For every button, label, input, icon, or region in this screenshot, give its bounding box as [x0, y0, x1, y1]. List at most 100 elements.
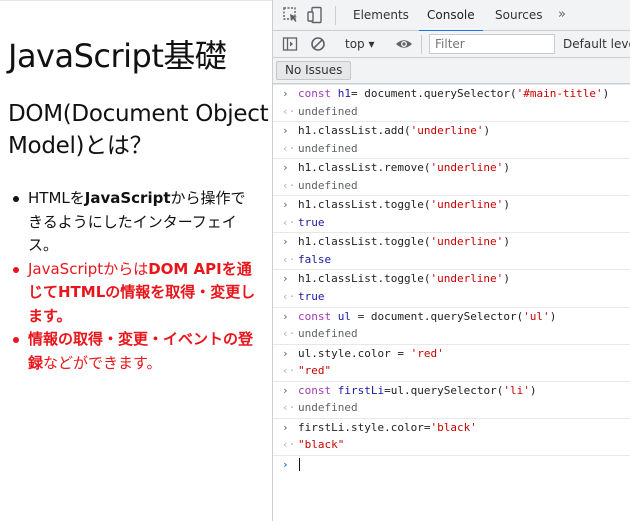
info-list: HTMLをJavaScriptから操作できるようにしたインターフェイス。 Java…: [13, 187, 260, 375]
result-arrow-icon: ‹·: [282, 327, 296, 341]
code-token: true: [298, 290, 325, 304]
result-arrow-icon: ‹·: [282, 364, 296, 378]
input-chevron-icon: ›: [282, 124, 289, 138]
result-arrow-icon: ‹·: [282, 141, 296, 155]
code-token: 'underline': [430, 161, 504, 175]
console-output-line: ‹· false: [273, 251, 630, 270]
tab-console[interactable]: Console: [419, 0, 483, 32]
log-levels-dropdown[interactable]: Default levels: [563, 31, 630, 57]
code-token: 'underline': [430, 272, 504, 286]
console-input-line: › const h1= document.querySelector('#main…: [273, 84, 630, 103]
device-toolbar-icon[interactable]: [306, 6, 324, 24]
input-chevron-icon: ›: [282, 420, 289, 434]
console-output-line: ‹· undefined: [273, 177, 630, 196]
text-cursor: [299, 458, 300, 472]
console-input-line: › const firstLi=ul.querySelector('li'): [273, 380, 630, 400]
page-title: JavaScript基礎: [8, 37, 227, 75]
code-token: ul.style.color =: [298, 346, 411, 360]
result-arrow-icon: ‹·: [282, 401, 296, 415]
more-tabs-button[interactable]: »: [558, 0, 566, 31]
code-token: h1.classList.toggle(: [298, 272, 431, 286]
toolbar-divider: [335, 6, 336, 25]
issues-button[interactable]: No Issues: [276, 61, 352, 80]
console-output-line: ‹· "red": [273, 362, 630, 381]
issues-bar: No Issues: [273, 58, 630, 84]
code-token: firstLi.style.color=: [298, 420, 431, 434]
console-output-line: ‹· undefined: [273, 399, 630, 418]
code-token: 'ul': [523, 309, 550, 323]
result-arrow-icon: ‹·: [282, 290, 296, 304]
code-token: =ul.querySelector(: [384, 383, 504, 397]
code-token: h1: [337, 87, 351, 100]
console-input-line: › const ul = document.querySelector('ul'): [273, 306, 630, 326]
page-subtitle: DOM(Document Object Model)とは？: [8, 101, 269, 159]
inspect-element-icon[interactable]: [282, 6, 300, 24]
bold-text: JavaScript: [84, 189, 171, 207]
input-chevron-icon: ›: [282, 87, 289, 100]
code-token: h1.classList.add(: [298, 124, 411, 138]
code-token: "black": [298, 438, 345, 452]
console-output-line: ‹· undefined: [273, 325, 630, 344]
prompt-chevron-icon: ›: [282, 457, 289, 471]
code-token: undefined: [298, 104, 358, 118]
console-output-line: ‹· true: [273, 288, 630, 307]
code-token: = document.querySelector(: [351, 87, 517, 100]
code-token: ): [503, 161, 510, 175]
devtools-tabbar: Elements Console Sources »: [273, 0, 630, 32]
tab-elements[interactable]: Elements: [353, 0, 409, 31]
code-token: ): [602, 87, 610, 100]
code-token: h1.classList.remove(: [298, 161, 431, 175]
console-output[interactable]: › const h1= document.querySelector('#main…: [273, 84, 630, 473]
code-token: firstLi: [337, 383, 385, 397]
eye-icon[interactable]: [395, 36, 413, 52]
code-token: 'li': [503, 383, 530, 397]
result-arrow-icon: ‹·: [282, 215, 296, 229]
code-token: ): [483, 124, 491, 138]
code-token: undefined: [298, 327, 358, 341]
filter-input[interactable]: Filter: [429, 34, 555, 54]
code-token: 'red': [410, 346, 444, 360]
tab-sources[interactable]: Sources: [495, 0, 542, 31]
result-arrow-icon: ‹·: [282, 438, 296, 452]
input-chevron-icon: ›: [282, 272, 289, 286]
code-token: false: [298, 252, 332, 266]
code-token: undefined: [298, 141, 358, 155]
input-chevron-icon: ›: [282, 346, 289, 360]
result-arrow-icon: ‹·: [282, 104, 296, 118]
code-token: ): [549, 309, 557, 323]
clear-console-icon[interactable]: [310, 36, 326, 52]
console-input-line: › firstLi.style.color='black': [273, 417, 630, 437]
toolbar-divider: [421, 35, 422, 54]
context-selector[interactable]: top ▾: [345, 31, 375, 57]
console-output-line: ‹· undefined: [273, 103, 630, 122]
console-output-line: ‹· "black": [273, 436, 630, 455]
code-token: 'underline': [430, 235, 504, 249]
code-token: '#main-title': [516, 87, 603, 100]
code-token: ): [503, 272, 510, 286]
code-token: undefined: [298, 401, 358, 415]
list-text: などができます。: [43, 353, 162, 372]
console-toolbar: top ▾ Filter Default levels: [273, 31, 630, 58]
input-chevron-icon: ›: [282, 161, 289, 175]
console-input-line: › ul.style.color = 'red': [273, 343, 630, 363]
code-token: "red": [298, 364, 332, 378]
page-content: JavaScript基礎 DOM(Document Object Model)と…: [0, 0, 272, 521]
code-token: const: [298, 309, 338, 323]
result-arrow-icon: ‹·: [282, 252, 296, 266]
input-chevron-icon: ›: [282, 235, 289, 249]
console-input-line: › h1.classList.toggle('underline'): [273, 232, 630, 251]
code-token: true: [298, 215, 325, 229]
sidebar-toggle-icon[interactable]: [282, 36, 298, 52]
list-item: HTMLをJavaScriptから操作できるようにしたインターフェイス。: [13, 187, 260, 258]
console-input-line: › h1.classList.remove('underline'): [273, 158, 630, 177]
console-prompt[interactable]: ›: [273, 454, 630, 474]
code-token: h1.classList.toggle(: [298, 235, 431, 249]
list-item: 情報の取得・変更・イベントの登録などができます。: [13, 328, 260, 375]
code-token: 'underline': [410, 124, 484, 138]
console-output-line: ‹· true: [273, 214, 630, 233]
list-text: HTMLを: [28, 189, 85, 207]
code-token: const: [298, 383, 338, 397]
console-input-line: › h1.classList.toggle('underline'): [273, 269, 630, 288]
list-item: JavaScriptからはDOM APIを通じてHTMLの情報を取得・変更します…: [13, 258, 260, 329]
code-token: 'black': [430, 420, 477, 434]
